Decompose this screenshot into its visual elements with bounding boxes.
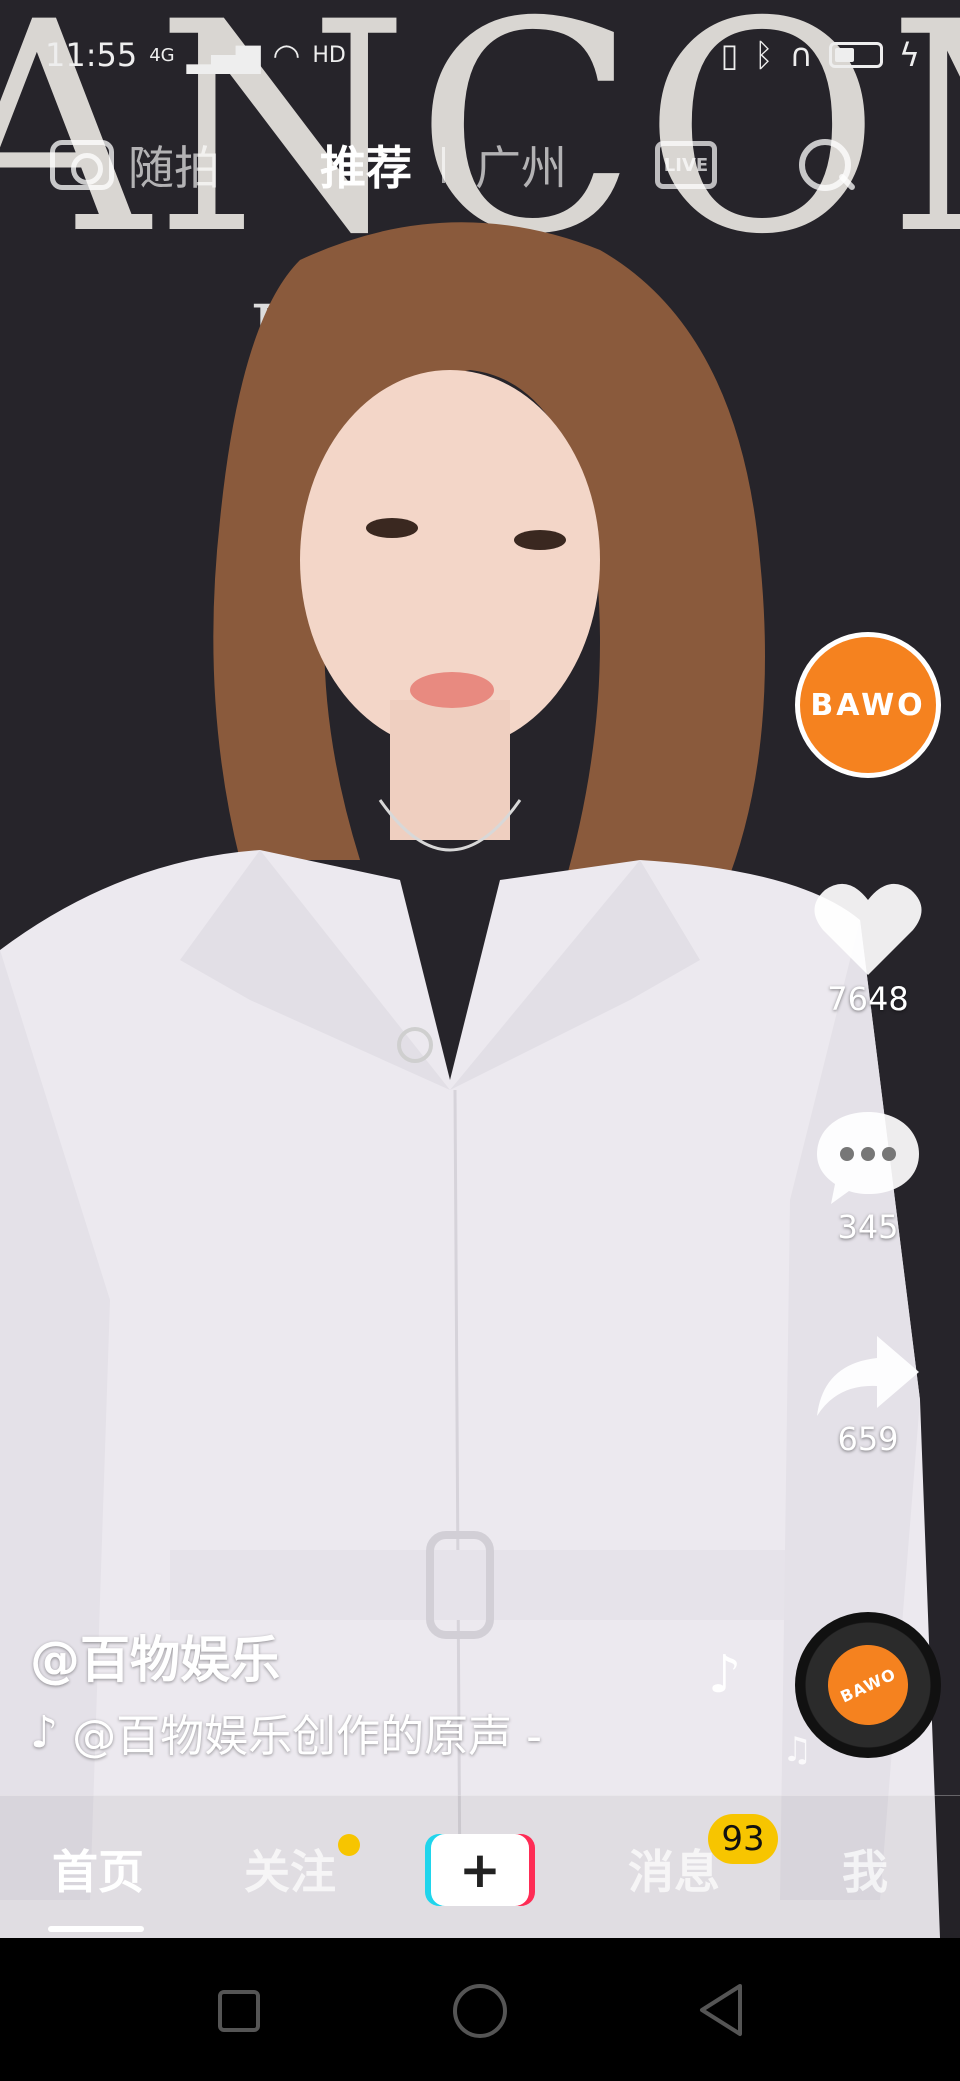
follow-notification-dot	[338, 1834, 360, 1856]
bottom-tab-bar: 首页 关注 + 消息 93 我	[0, 1795, 960, 1938]
headphones-icon: ∩	[789, 36, 813, 74]
live-button[interactable]: LIVE	[655, 141, 717, 189]
camera-icon	[50, 140, 114, 190]
system-nav-bar	[0, 1938, 960, 2081]
recents-icon[interactable]	[218, 1990, 260, 2032]
tab-guangzhou-label: 广州	[475, 141, 567, 195]
author-name[interactable]: @百物娱乐	[30, 1620, 280, 1692]
battery-icon	[828, 42, 883, 68]
comment-count: 345	[837, 1208, 899, 1246]
share-button[interactable]: 659	[808, 1330, 928, 1458]
comment-button[interactable]: 345	[808, 1108, 928, 1246]
search-icon	[797, 137, 853, 193]
music-line[interactable]: ♪ @百物娱乐创作的原声 -	[30, 1700, 542, 1764]
plus-icon: +	[431, 1834, 529, 1906]
tab-messages[interactable]: 消息	[628, 1836, 720, 1902]
heart-icon	[814, 883, 922, 975]
wifi-icon: ◠	[272, 36, 301, 74]
tab-divider	[442, 147, 445, 183]
bluetooth-icon: ᛒ	[754, 36, 774, 74]
music-disc[interactable]: BAWO	[795, 1612, 941, 1758]
battery-fill	[834, 48, 854, 62]
back-icon[interactable]	[696, 1982, 746, 2038]
charging-icon: ϟ	[898, 36, 920, 74]
search-button[interactable]	[797, 137, 853, 193]
top-nav: 随拍 推荐 广州 LIVE	[50, 120, 920, 210]
camera-label: 随拍	[128, 141, 220, 195]
tab-recommended-label: 推荐	[320, 141, 412, 195]
tab-home-indicator	[48, 1926, 144, 1932]
tab-me[interactable]: 我	[842, 1836, 888, 1902]
floating-note-small-icon: ♫	[782, 1730, 813, 1770]
tab-recommended[interactable]: 推荐	[320, 132, 412, 198]
camera-button[interactable]: 随拍	[50, 132, 220, 198]
music-title: @百物娱乐创作的原声 -	[72, 1711, 542, 1762]
status-time: 11:55	[45, 36, 138, 74]
author-avatar[interactable]: BAWO	[795, 632, 941, 778]
home-icon[interactable]	[453, 1984, 507, 2038]
live-icon: LIVE	[655, 141, 717, 189]
comment-icon	[817, 1112, 919, 1204]
share-icon	[817, 1336, 919, 1416]
tab-guangzhou[interactable]: 广州	[475, 132, 567, 198]
like-button[interactable]: 7648	[808, 880, 928, 1018]
vibrate-icon: ▯	[720, 36, 739, 74]
signal-icon: ▂▄▆	[186, 36, 261, 74]
status-bar: 11:55 4G ▂▄▆ ◠ HD ▯ ᛒ ∩ ϟ	[45, 30, 920, 80]
tab-home[interactable]: 首页	[52, 1836, 144, 1902]
create-button[interactable]: +	[425, 1834, 535, 1906]
tiktok-note-icon: ♪	[30, 1706, 59, 1758]
share-count: 659	[837, 1420, 899, 1458]
music-disc-label: BAWO	[814, 1631, 922, 1739]
like-count: 7648	[827, 980, 909, 1018]
messages-badge: 93	[708, 1814, 778, 1864]
floating-note-icon: ♪	[708, 1645, 742, 1705]
wifi-hd-label: HD	[312, 42, 346, 68]
network-label: 4G	[149, 44, 175, 66]
tab-follow[interactable]: 关注	[244, 1836, 336, 1902]
